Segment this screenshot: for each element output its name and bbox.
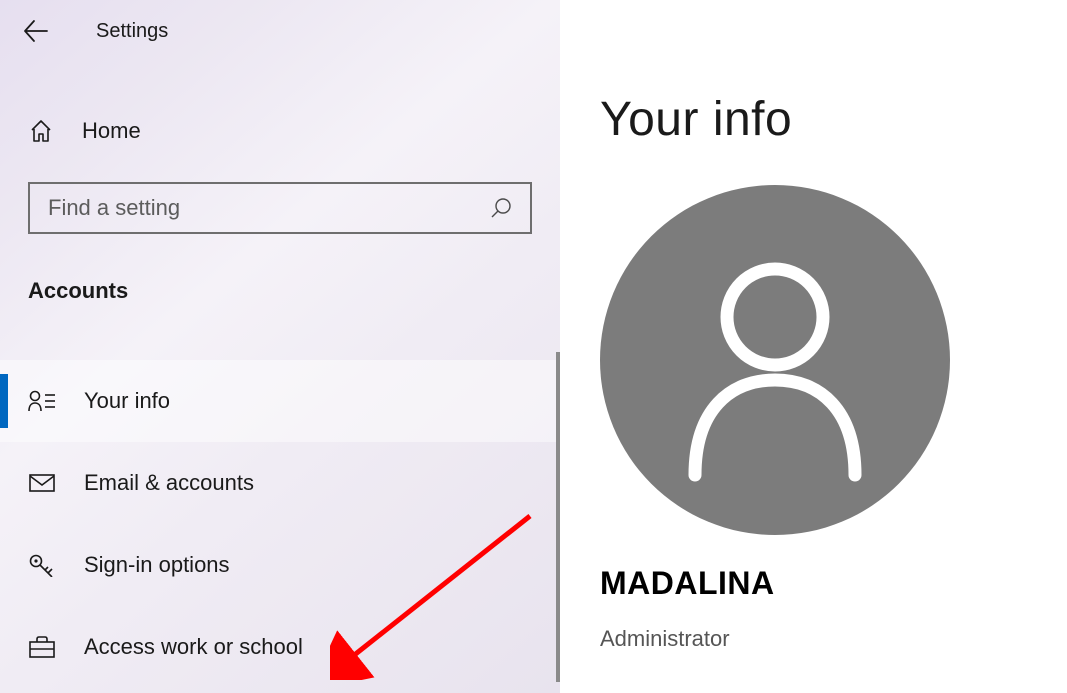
key-icon <box>28 553 56 577</box>
sidebar: Settings Home Accounts Your info <box>0 0 560 693</box>
nav-home-label: Home <box>82 118 141 144</box>
nav-item-email-accounts[interactable]: Email & accounts <box>0 442 560 524</box>
home-icon <box>28 118 54 144</box>
app-title: Settings <box>96 20 168 43</box>
nav-home[interactable]: Home <box>0 118 560 144</box>
nav-list: Your info Email & accounts Sign-in optio… <box>0 360 560 688</box>
nav-item-label: Sign-in options <box>84 552 230 578</box>
search-icon <box>490 197 512 219</box>
arrow-left-icon <box>22 18 48 44</box>
user-role: Administrator <box>600 626 1067 652</box>
nav-item-label: Access work or school <box>84 634 303 660</box>
briefcase-icon <box>28 635 56 659</box>
section-header-accounts: Accounts <box>28 278 560 304</box>
main-content: Your info MADALINA Administrator <box>560 0 1067 693</box>
nav-item-label: Your info <box>84 388 170 414</box>
back-button[interactable] <box>22 18 48 44</box>
search-box[interactable] <box>28 182 532 234</box>
nav-item-label: Email & accounts <box>84 470 254 496</box>
search-input[interactable] <box>48 195 490 221</box>
nav-item-access-work-school[interactable]: Access work or school <box>0 606 560 688</box>
mail-icon <box>28 473 56 493</box>
header: Settings <box>0 0 560 44</box>
nav-item-sign-in-options[interactable]: Sign-in options <box>0 524 560 606</box>
user-name: MADALINA <box>600 565 1067 602</box>
avatar-icon <box>600 185 950 535</box>
page-title: Your info <box>600 92 1067 147</box>
nav-item-your-info[interactable]: Your info <box>0 360 560 442</box>
avatar <box>600 185 1067 535</box>
your-info-icon <box>28 389 56 413</box>
scrollbar[interactable] <box>556 352 560 682</box>
